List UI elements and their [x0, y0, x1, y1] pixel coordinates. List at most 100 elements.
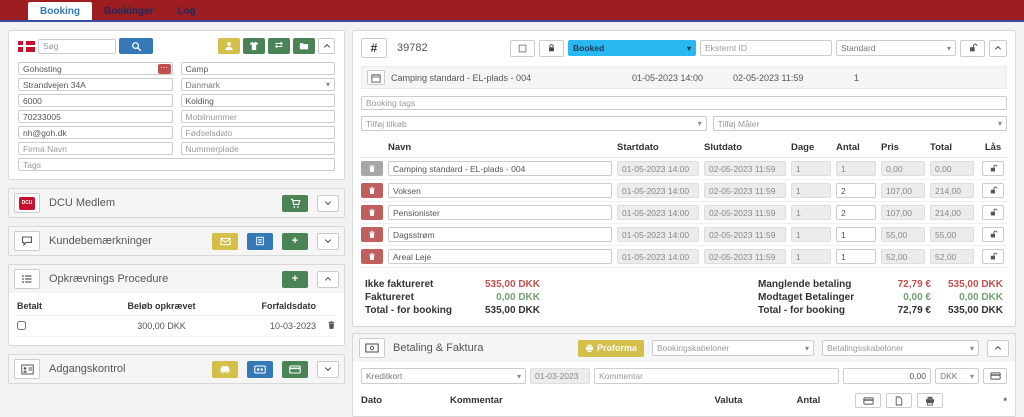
- line-qty-input[interactable]: [836, 205, 876, 220]
- delete-line-button[interactable]: [361, 227, 383, 242]
- transfer-button[interactable]: ⇄: [268, 38, 290, 54]
- mobile-field[interactable]: [181, 110, 336, 123]
- collection-collapse-button[interactable]: [317, 271, 339, 288]
- notes-add-button[interactable]: +: [282, 233, 308, 250]
- tab-log[interactable]: Log: [165, 2, 207, 20]
- collapse-customer-button[interactable]: [318, 38, 335, 54]
- line-lock-button[interactable]: [982, 205, 1004, 220]
- company-field[interactable]: [18, 142, 173, 155]
- payments-card-button[interactable]: [855, 393, 881, 408]
- chevron-down-icon: ▾: [947, 44, 951, 53]
- collapse-payment-button[interactable]: [987, 340, 1009, 357]
- collection-due-date: 10-03-2023: [236, 321, 316, 331]
- booking-tags-input[interactable]: [361, 96, 1007, 110]
- phone-field[interactable]: [18, 110, 173, 123]
- delete-line-button[interactable]: [361, 183, 383, 198]
- delete-line-button[interactable]: [361, 161, 383, 176]
- id-card-icon: [14, 359, 40, 379]
- line-end-input: [704, 205, 786, 220]
- register-payment-button[interactable]: [983, 368, 1007, 384]
- access-expand-button[interactable]: [317, 361, 339, 378]
- credit-card-icon: [863, 397, 874, 405]
- line-qty-input[interactable]: [836, 227, 876, 242]
- customer-name-field[interactable]: [18, 62, 173, 75]
- dcu-cart-button[interactable]: [282, 195, 308, 212]
- search-input[interactable]: [38, 39, 116, 54]
- select-booking-button[interactable]: [510, 40, 535, 57]
- country-select[interactable]: Danmark ▾: [181, 78, 336, 91]
- access-keycard-button[interactable]: [282, 361, 308, 378]
- payment-templates-select[interactable]: Betalingsskabeloner ▾: [822, 340, 979, 356]
- access-plate-button[interactable]: [247, 361, 273, 378]
- delete-collection-button[interactable]: [316, 320, 336, 332]
- line-lock-button[interactable]: [982, 249, 1004, 264]
- guest-button[interactable]: [218, 38, 240, 54]
- booking-templates-select[interactable]: Bookingskabeloner ▾: [652, 340, 814, 356]
- line-name-input[interactable]: [388, 183, 612, 198]
- city-field[interactable]: [181, 94, 336, 107]
- customer-type-field[interactable]: [181, 62, 336, 75]
- line-qty-input[interactable]: [836, 183, 876, 198]
- unlock-icon: [989, 164, 998, 173]
- payment-card: Betaling & Faktura Proforma Bookingskabe…: [352, 333, 1016, 417]
- template-select[interactable]: Standard ▾: [836, 40, 956, 56]
- line-lock-button[interactable]: [982, 227, 1004, 242]
- denmark-flag-icon: [18, 41, 35, 52]
- transfer-arrows-icon: ⇄: [275, 41, 283, 51]
- payments-print-button[interactable]: [917, 393, 943, 408]
- line-name-input[interactable]: [388, 227, 612, 242]
- unlock-icon: [989, 208, 998, 217]
- asterisk-icon: *: [1003, 396, 1007, 406]
- search-button[interactable]: [119, 38, 153, 54]
- email-field[interactable]: [18, 126, 173, 139]
- overflow-dots-badge[interactable]: ⋯: [158, 64, 171, 74]
- customer-tags-field[interactable]: [18, 158, 335, 171]
- line-lock-button[interactable]: [982, 183, 1004, 198]
- line-qty-input[interactable]: [836, 249, 876, 264]
- clothing-button[interactable]: [243, 38, 265, 54]
- birthdate-field[interactable]: [181, 126, 336, 139]
- line-qty-input: [836, 161, 876, 176]
- line-lock-button[interactable]: [982, 161, 1004, 176]
- dcu-expand-button[interactable]: [317, 195, 339, 212]
- line-name-input[interactable]: [388, 205, 612, 220]
- payments-document-button[interactable]: [886, 393, 912, 408]
- add-addon-select[interactable]: Tilføj tilkøb ▾: [361, 116, 707, 131]
- notes-mail-button[interactable]: [212, 233, 238, 250]
- plus-icon: +: [292, 274, 298, 285]
- line-name-input[interactable]: [388, 161, 612, 176]
- payment-amount-input[interactable]: [843, 368, 931, 384]
- line-name-input[interactable]: [388, 249, 612, 264]
- access-car-button[interactable]: [212, 361, 238, 378]
- tab-bookinger[interactable]: Bookinger: [92, 2, 165, 20]
- unlock-booking-button[interactable]: [960, 40, 985, 57]
- proforma-button[interactable]: Proforma: [578, 340, 644, 357]
- line-days-input: [791, 205, 831, 220]
- collection-section: Opkrævnings Procedure + Betalt Beløb opk…: [8, 264, 345, 346]
- payments-table-header: Dato Kommentar Valuta Antal: [353, 388, 1015, 410]
- unlock-icon: [989, 186, 998, 195]
- line-start-input: [617, 183, 699, 198]
- payment-method-select[interactable]: Kreditkort ▾: [361, 368, 526, 384]
- notes-expand-button[interactable]: [317, 233, 339, 250]
- delete-line-button[interactable]: [361, 249, 383, 264]
- external-id-input[interactable]: [700, 40, 832, 56]
- status-select[interactable]: Booked ▾: [568, 40, 696, 56]
- add-meter-select[interactable]: Tilføj Måler ▾: [713, 116, 1007, 131]
- lines-header-qty: Antal: [836, 142, 876, 153]
- notes-board-button[interactable]: [247, 233, 273, 250]
- payment-comment-input[interactable]: [594, 368, 839, 384]
- folder-button[interactable]: [293, 38, 315, 54]
- chevron-up-icon: [994, 344, 1002, 352]
- zip-field[interactable]: [18, 94, 173, 107]
- chevron-down-icon: [324, 199, 332, 207]
- currency-select[interactable]: DKK ▾: [935, 368, 979, 384]
- tab-booking[interactable]: Booking: [28, 2, 92, 20]
- collapse-booking-button[interactable]: [989, 40, 1007, 57]
- plate-field[interactable]: [181, 142, 336, 155]
- delete-line-button[interactable]: [361, 205, 383, 220]
- booking-lock-button[interactable]: [539, 40, 564, 57]
- collection-add-button[interactable]: +: [282, 271, 308, 288]
- paid-checkbox[interactable]: [17, 321, 26, 330]
- address-field[interactable]: [18, 78, 173, 91]
